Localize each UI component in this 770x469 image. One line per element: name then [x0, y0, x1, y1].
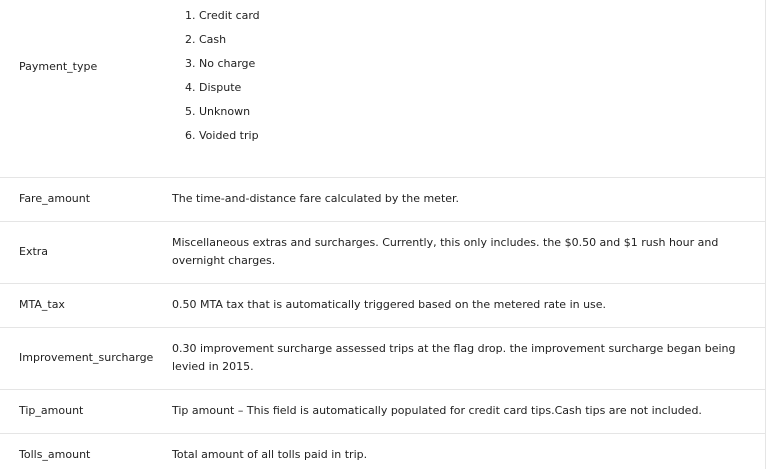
payment-option-credit-card: 1. Credit card [185, 9, 260, 22]
row-divider [0, 221, 766, 222]
field-name-improvement-surcharge: Improvement_surcharge [19, 351, 154, 364]
row-divider [0, 389, 766, 390]
table-right-border [765, 0, 766, 469]
field-desc-mta-tax: 0.50 MTA tax that is automatically trigg… [172, 298, 607, 311]
field-desc-improvement-surcharge: 0.30 improvement surcharge assessed trip… [172, 342, 736, 373]
row-divider [0, 177, 766, 178]
payment-option-unknown: 5. Unknown [185, 105, 251, 118]
field-name-extra: Extra [19, 245, 49, 258]
field-name-fare-amount: Fare_amount [19, 192, 91, 205]
field-name-tolls-amount: Tolls_amount [19, 448, 91, 461]
row-divider [0, 283, 766, 284]
field-desc-tolls-amount: Total amount of all tolls paid in trip. [172, 448, 368, 461]
field-definitions-table: Payment_type 1. Credit card 2. Cash 3. N… [0, 0, 770, 469]
field-desc-extra: Miscellaneous extras and surcharges. Cur… [172, 236, 719, 267]
field-name-tip-amount: Tip_amount [19, 404, 84, 417]
field-name-payment-type: Payment_type [19, 60, 98, 73]
field-desc-tip-amount: Tip amount – This field is automatically… [172, 404, 702, 417]
payment-option-cash: 2. Cash [185, 33, 227, 46]
payment-option-no-charge: 3. No charge [185, 57, 256, 70]
payment-option-dispute: 4. Dispute [185, 81, 242, 94]
field-name-mta-tax: MTA_tax [19, 298, 65, 311]
payment-option-voided-trip: 6. Voided trip [185, 129, 259, 142]
field-desc-fare-amount: The time-and-distance fare calculated by… [172, 192, 460, 205]
row-divider [0, 327, 766, 328]
row-divider [0, 433, 766, 434]
